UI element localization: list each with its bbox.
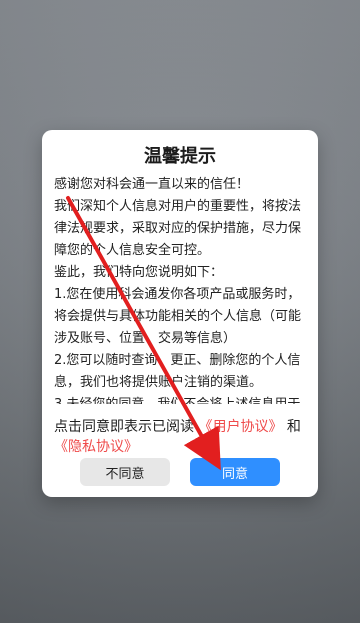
privacy-agreement-link[interactable]: 《隐私协议》 xyxy=(54,439,138,455)
dialog-content: 感谢您对科会通一直以来的信任！ 我们深知个人信息对用户的重要性，将按法律法规要求… xyxy=(54,177,302,404)
disagree-button[interactable]: 不同意 xyxy=(80,458,170,486)
and-text: 和 xyxy=(286,419,301,435)
dialog-title: 温馨提示 xyxy=(144,146,216,167)
user-agreement-link[interactable]: 《用户协议》 xyxy=(198,419,282,435)
privacy-dialog: 温馨提示 感谢您对科会通一直以来的信任！ 我们深知个人信息对用户的重要性，将按法… xyxy=(42,130,318,497)
agree-button[interactable]: 同意 xyxy=(190,458,280,486)
agree-prefix: 点击同意即表示已阅读 xyxy=(54,419,194,435)
agreement-text: 点击同意即表示已阅读 《用户协议》 和 《隐私协议》 xyxy=(54,417,306,457)
